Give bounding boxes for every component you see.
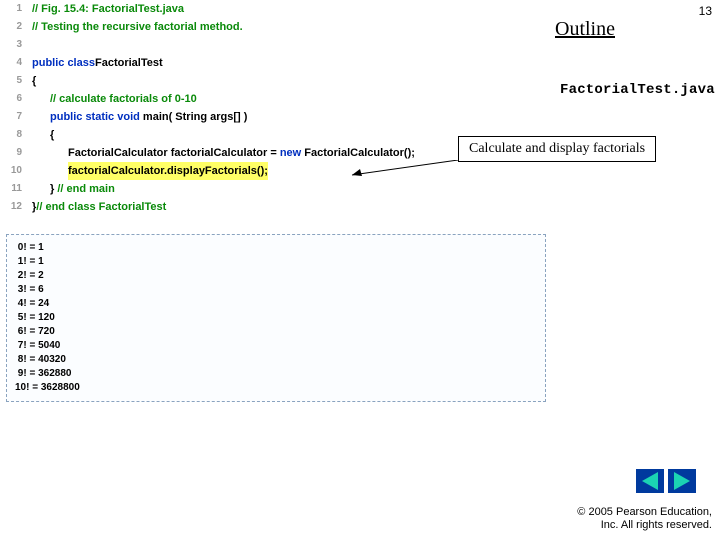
copyright-line: Inc. All rights reserved.: [577, 519, 712, 532]
line-number: 5: [2, 72, 22, 90]
code-comment: // end main: [57, 183, 114, 195]
line-number: 6: [2, 90, 22, 108]
code-comment: // Testing the recursive factorial metho…: [32, 18, 243, 36]
code-text: FactorialTest: [95, 54, 163, 72]
output-line: 7! = 5040: [15, 339, 537, 353]
output-line: 6! = 720: [15, 325, 537, 339]
code-brace: {: [32, 72, 36, 90]
copyright-line: © 2005 Pearson Education,: [577, 506, 712, 519]
code-keyword: public static void: [50, 111, 140, 123]
code-comment: // end class FactorialTest: [36, 198, 166, 216]
line-number: 3: [2, 36, 22, 54]
code-text: main( String args[] ): [140, 111, 248, 123]
callout-label: Calculate and display factorials: [458, 136, 656, 162]
line-number: 8: [2, 126, 22, 144]
code-comment: // calculate factorials of 0-10: [50, 90, 197, 108]
output-line: 0! = 1: [15, 241, 537, 255]
program-output: 0! = 1 1! = 1 2! = 2 3! = 6 4! = 24 5! =…: [6, 234, 546, 402]
slide-number: 13: [699, 4, 712, 18]
line-number: 11: [2, 180, 22, 198]
line-number: 9: [2, 144, 22, 162]
code-text: FactorialCalculator factorialCalculator …: [68, 147, 280, 159]
line-number: 1: [2, 0, 22, 18]
code-listing: 1 // Fig. 15.4: FactorialTest.java 2 // Te…: [0, 0, 550, 216]
outline-heading: Outline: [555, 18, 615, 41]
nav-controls: [636, 469, 696, 498]
line-number: 4: [2, 54, 22, 72]
code-text: FactorialCalculator();: [301, 147, 415, 159]
code-keyword: new: [280, 147, 301, 159]
line-number: 12: [2, 198, 22, 216]
line-number: 10: [2, 162, 22, 180]
code-highlighted: factorialCalculator.displayFactorials();: [68, 162, 268, 180]
next-slide-button[interactable]: [668, 469, 696, 493]
output-line: 3! = 6: [15, 283, 537, 297]
output-line: 9! = 362880: [15, 367, 537, 381]
prev-slide-button[interactable]: [636, 469, 664, 493]
line-number: 7: [2, 108, 22, 126]
output-line: 10! = 3628800: [15, 381, 537, 395]
code-keyword: public class: [32, 54, 95, 72]
output-line: 1! = 1: [15, 255, 537, 269]
code-brace: {: [50, 126, 54, 144]
output-line: 2! = 2: [15, 269, 537, 283]
line-number: 2: [2, 18, 22, 36]
code-comment: // Fig. 15.4: FactorialTest.java: [32, 0, 184, 18]
copyright-notice: © 2005 Pearson Education, Inc. All right…: [577, 506, 712, 532]
output-line: 5! = 120: [15, 311, 537, 325]
output-line: 4! = 24: [15, 297, 537, 311]
output-line: 8! = 40320: [15, 353, 537, 367]
file-name-label: FactorialTest.java: [560, 82, 715, 98]
